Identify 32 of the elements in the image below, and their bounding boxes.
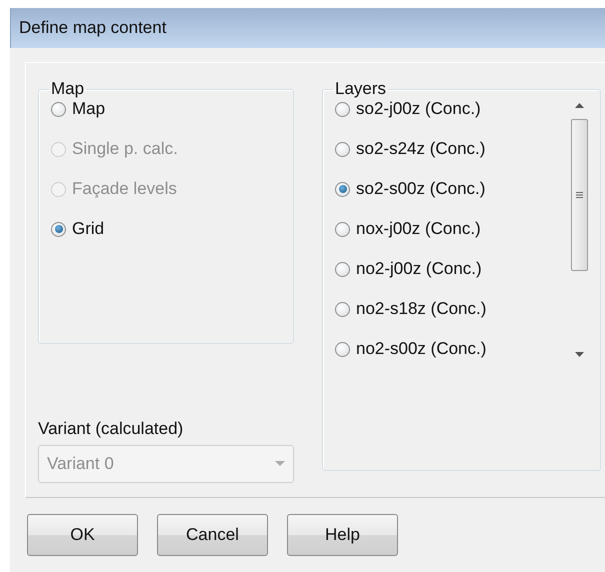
dialog-button[interactable]: Help <box>287 514 398 556</box>
radio-button[interactable] <box>51 222 66 236</box>
scroll-down-arrow-icon[interactable] <box>574 352 584 358</box>
radio-label: so2-s24z (Conc.) <box>356 139 486 159</box>
radio-button[interactable] <box>335 142 350 156</box>
radio-label: Façade levels <box>72 179 177 199</box>
window-title: Define map content <box>18 17 168 38</box>
grip-icon <box>576 191 582 199</box>
radio-label: no2-j00z (Conc.) <box>356 259 482 279</box>
radio-button[interactable] <box>335 182 350 196</box>
dialog-button[interactable]: OK <box>27 514 138 556</box>
radio-label: so2-j00z (Conc.) <box>356 99 481 119</box>
dialog-button[interactable]: Cancel <box>157 514 268 556</box>
field-label: Variant (calculated) <box>38 419 184 439</box>
radio-label: no2-s18z (Conc.) <box>356 299 486 319</box>
radio-button[interactable] <box>335 342 350 356</box>
radio-label: so2-s00z (Conc.) <box>356 179 486 199</box>
radio-button[interactable] <box>335 222 350 236</box>
caret-icon <box>275 461 285 467</box>
radio-button[interactable] <box>51 102 66 116</box>
radio-label: Grid <box>72 219 104 239</box>
radio-label: Single p. calc. <box>72 139 178 159</box>
scrollbar-thumb[interactable] <box>570 119 588 271</box>
radio-label: nox-j00z (Conc.) <box>356 219 481 239</box>
group-title: Layers <box>334 79 388 99</box>
radio-label: Map <box>72 99 106 119</box>
group-title: Map <box>50 79 86 99</box>
radio-button[interactable] <box>335 102 350 116</box>
radio-button[interactable] <box>335 262 350 276</box>
scroll-up-arrow-icon[interactable] <box>574 102 584 108</box>
radio-button[interactable] <box>335 302 350 316</box>
radio-label: no2-s00z (Conc.) <box>356 339 486 359</box>
